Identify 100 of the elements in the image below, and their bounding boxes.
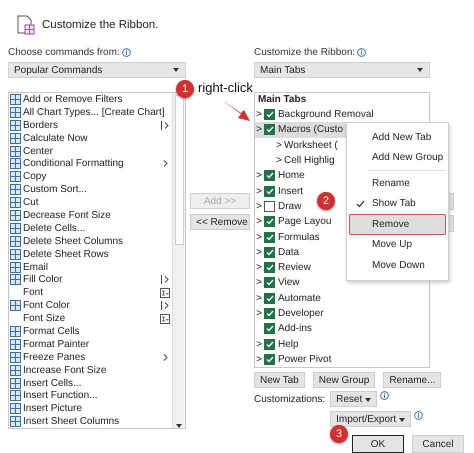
checkbox[interactable] — [264, 109, 275, 120]
ribbon-button[interactable]: Rename... — [383, 372, 442, 388]
menu-item[interactable]: Rename — [349, 173, 446, 194]
expander[interactable]: > — [255, 216, 263, 228]
command-item[interactable]: Conditional Formatting — [9, 157, 172, 170]
checkbox[interactable] — [264, 292, 275, 304]
info-icon — [414, 411, 423, 420]
caret-down-icon — [365, 398, 372, 402]
tree-row[interactable]: > Developer — [255, 306, 429, 322]
command-item[interactable]: Delete Cells... — [9, 222, 172, 235]
expander[interactable]: > — [255, 308, 263, 319]
tree-row[interactable]: > Automate — [255, 290, 429, 306]
cancel-button[interactable]: Cancel — [412, 435, 464, 453]
command-item[interactable]: Insert Picture — [9, 402, 172, 416]
menu-item[interactable]: Show Tab — [349, 194, 446, 214]
command-icon — [10, 364, 21, 376]
checkbox[interactable] — [264, 216, 275, 228]
menu-item[interactable]: Add New Group — [349, 148, 446, 168]
info-icon — [357, 48, 366, 57]
scroll-down-icon — [176, 424, 182, 428]
checkbox[interactable] — [264, 308, 275, 319]
expander[interactable]: > — [255, 170, 263, 182]
tree-row[interactable]: Add-ins — [255, 321, 429, 336]
expander[interactable]: > — [255, 109, 263, 120]
step-badge: 2 — [317, 192, 335, 210]
tree-row[interactable]: > View — [255, 275, 429, 291]
command-item[interactable]: Format Cells — [9, 325, 172, 338]
scrollbar[interactable] — [172, 93, 185, 428]
expander[interactable]: > — [255, 354, 263, 365]
expander[interactable]: > — [255, 277, 263, 288]
expander[interactable]: > — [255, 124, 263, 136]
command-icon — [10, 171, 21, 182]
expander[interactable]: > — [255, 338, 263, 350]
expander[interactable]: > — [255, 246, 263, 258]
checkbox[interactable] — [264, 354, 275, 365]
remove-button[interactable]: << Remove — [190, 214, 250, 230]
command-icon — [10, 197, 21, 208]
command-icon — [10, 326, 21, 337]
ribbon-button[interactable]: New Tab — [254, 372, 305, 388]
expander[interactable]: > — [255, 200, 263, 212]
command-item[interactable]: Fill Color — [9, 273, 172, 286]
checkbox[interactable] — [264, 232, 275, 243]
command-item[interactable]: Copy — [9, 170, 172, 184]
command-item[interactable]: All Chart Types... [Create Chart] — [9, 106, 172, 119]
ok-button[interactable]: OK — [352, 435, 404, 453]
checkbox[interactable] — [264, 246, 275, 258]
command-item[interactable]: Increase Font Size — [9, 364, 172, 377]
command-item[interactable]: Insert Cells... — [9, 376, 172, 390]
checkbox[interactable] — [264, 124, 275, 136]
expander[interactable]: > — [255, 292, 263, 304]
checkbox[interactable] — [264, 323, 275, 334]
caret-down-icon — [417, 68, 423, 72]
command-item[interactable]: Font Size — [9, 312, 172, 326]
commands-label: Choose commands from: — [8, 47, 120, 58]
command-item[interactable]: Borders — [9, 118, 172, 132]
command-item[interactable]: Insert Function... — [9, 389, 172, 402]
expander[interactable]: > — [275, 140, 283, 151]
menu-item[interactable]: Move Down — [349, 255, 446, 276]
import-export-button[interactable]: Import/Export — [330, 411, 411, 427]
command-item[interactable]: Calculate Now — [9, 132, 172, 145]
menu-item[interactable]: Remove — [349, 214, 446, 234]
info-icon — [122, 48, 131, 57]
expander[interactable]: > — [255, 262, 263, 274]
command-icon — [10, 338, 21, 350]
command-item[interactable]: Delete Sheet Columns — [9, 234, 172, 248]
expander[interactable]: > — [255, 186, 263, 197]
tree-row[interactable]: > Help — [255, 336, 429, 352]
command-item[interactable]: Format Painter — [9, 338, 172, 351]
menu-item[interactable]: Move Up — [349, 234, 446, 255]
command-icon — [10, 378, 21, 389]
command-item[interactable]: Add or Remove Filters — [9, 93, 172, 106]
command-item[interactable]: Custom Sort... — [9, 183, 172, 196]
command-icon — [10, 352, 21, 363]
tree-row[interactable]: > Power Pivot — [255, 352, 429, 367]
command-item[interactable]: Center — [9, 144, 172, 158]
command-item[interactable]: Cut — [9, 196, 172, 210]
command-item[interactable]: Font — [9, 286, 172, 300]
arrow-drawing — [222, 98, 250, 122]
command-item[interactable]: Decrease Font Size — [9, 209, 172, 222]
expander[interactable]: > — [275, 155, 283, 166]
tree-row[interactable]: > Background Removal — [255, 107, 429, 122]
expander[interactable]: > — [255, 232, 263, 243]
commands-dropdown[interactable]: Popular Commands — [8, 62, 186, 78]
checkbox[interactable] — [264, 200, 275, 212]
command-item[interactable]: Insert Sheet Columns — [9, 415, 172, 428]
checkbox[interactable] — [264, 186, 275, 197]
ribbon-label: Customize the Ribbon: — [254, 47, 356, 58]
command-item[interactable]: Email — [9, 260, 172, 274]
checkbox[interactable] — [264, 277, 275, 288]
checkmark-icon — [356, 200, 365, 208]
command-item[interactable]: Font Color — [9, 299, 172, 312]
dialog-title: Customize the Ribbon. — [42, 18, 158, 30]
ribbon-dropdown[interactable]: Main Tabs — [254, 62, 430, 78]
checkbox[interactable] — [264, 262, 275, 274]
command-item[interactable]: Delete Sheet Rows — [9, 248, 172, 261]
ribbon-button[interactable]: New Group — [312, 372, 376, 388]
checkbox[interactable] — [264, 338, 275, 350]
command-item[interactable]: Freeze Panes — [9, 350, 172, 364]
reset-button[interactable]: Reset — [330, 391, 378, 407]
checkbox[interactable] — [264, 170, 275, 182]
